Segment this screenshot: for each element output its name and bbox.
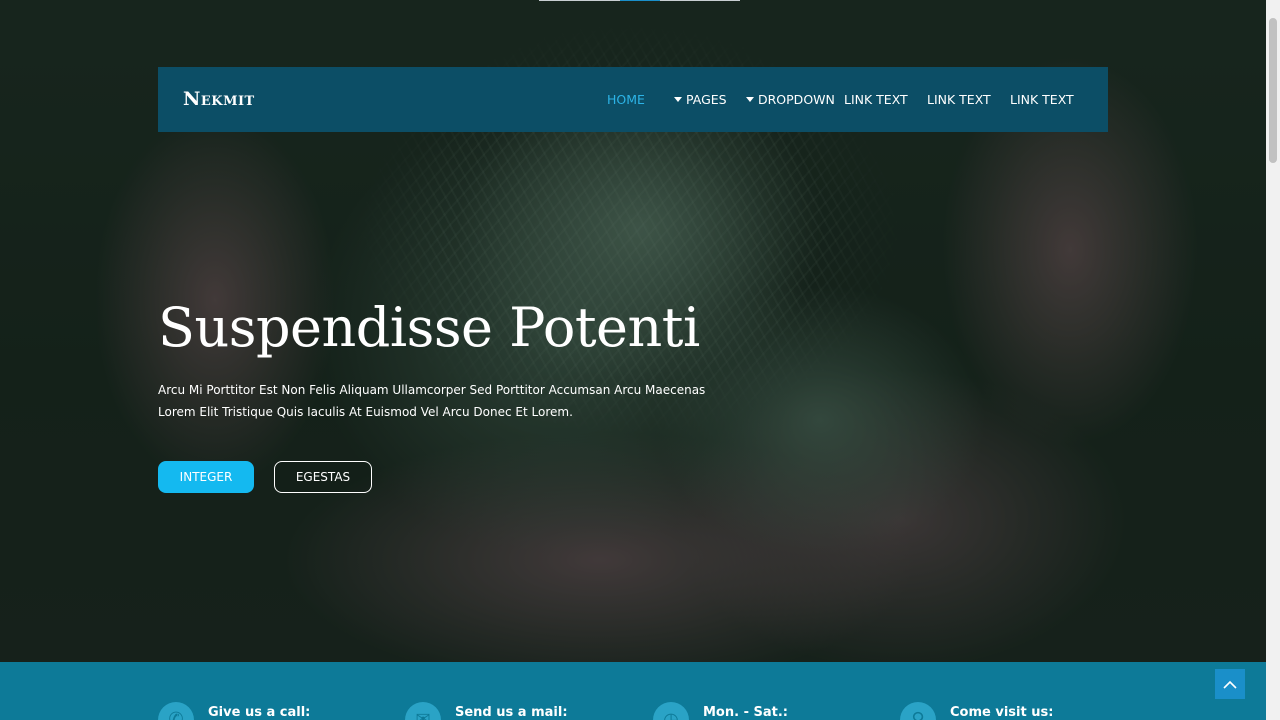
mail-icon: ✉ bbox=[405, 702, 441, 720]
navbar: Nekmit HOME PAGES DROPDOWN LINK TEXT LIN… bbox=[158, 67, 1108, 132]
scroll-to-top-button[interactable] bbox=[1215, 669, 1245, 699]
nav-item-dropdown[interactable]: DROPDOWN bbox=[746, 92, 835, 107]
nav-item-home[interactable]: HOME bbox=[607, 92, 645, 107]
location-icon: ⚲ bbox=[900, 702, 936, 720]
integer-button-label: INTEGER bbox=[179, 470, 233, 484]
brand-logo[interactable]: Nekmit bbox=[183, 88, 255, 110]
caret-down-icon bbox=[674, 97, 682, 102]
contact-label-hours: Mon. - Sat.: bbox=[703, 705, 788, 720]
top-indicator-active bbox=[620, 0, 660, 1]
nav-item-link-2[interactable]: LINK TEXT bbox=[927, 92, 991, 107]
nav-item-link-label: LINK TEXT bbox=[844, 92, 908, 107]
top-indicator-strip bbox=[539, 0, 740, 1]
contact-label-call: Give us a call: bbox=[208, 705, 311, 720]
scrollbar-thumb[interactable] bbox=[1269, 18, 1277, 163]
contact-band: ✆ Give us a call: ✉ Send us a mail: ◷ Mo… bbox=[0, 662, 1266, 720]
caret-down-icon bbox=[746, 97, 754, 102]
integer-button[interactable]: INTEGER bbox=[158, 461, 254, 493]
nav-item-link-label: LINK TEXT bbox=[927, 92, 991, 107]
nav-item-pages-label: PAGES bbox=[686, 92, 727, 107]
egestas-button[interactable]: EGESTAS bbox=[274, 461, 372, 493]
page-scrollbar[interactable] bbox=[1266, 0, 1280, 720]
nav-item-pages[interactable]: PAGES bbox=[674, 92, 727, 107]
nav-item-link-label: LINK TEXT bbox=[1010, 92, 1074, 107]
nav-item-link-3[interactable]: LINK TEXT bbox=[1010, 92, 1074, 107]
contact-label-mail: Send us a mail: bbox=[455, 705, 568, 720]
hero-title: Suspendisse Potenti bbox=[158, 296, 700, 359]
chevron-up-icon bbox=[1223, 680, 1237, 689]
nav-item-home-label: HOME bbox=[607, 92, 645, 107]
nav-item-link-1[interactable]: LINK TEXT bbox=[844, 92, 908, 107]
egestas-button-label: EGESTAS bbox=[295, 470, 351, 484]
clock-icon: ◷ bbox=[653, 702, 689, 720]
phone-icon: ✆ bbox=[158, 702, 194, 720]
hero-description: Arcu Mi Porttitor Est Non Felis Aliquam … bbox=[158, 383, 706, 419]
contact-label-visit: Come visit us: bbox=[950, 705, 1054, 720]
page: Nekmit HOME PAGES DROPDOWN LINK TEXT LIN… bbox=[0, 0, 1280, 720]
nav-item-dropdown-label: DROPDOWN bbox=[758, 92, 835, 107]
